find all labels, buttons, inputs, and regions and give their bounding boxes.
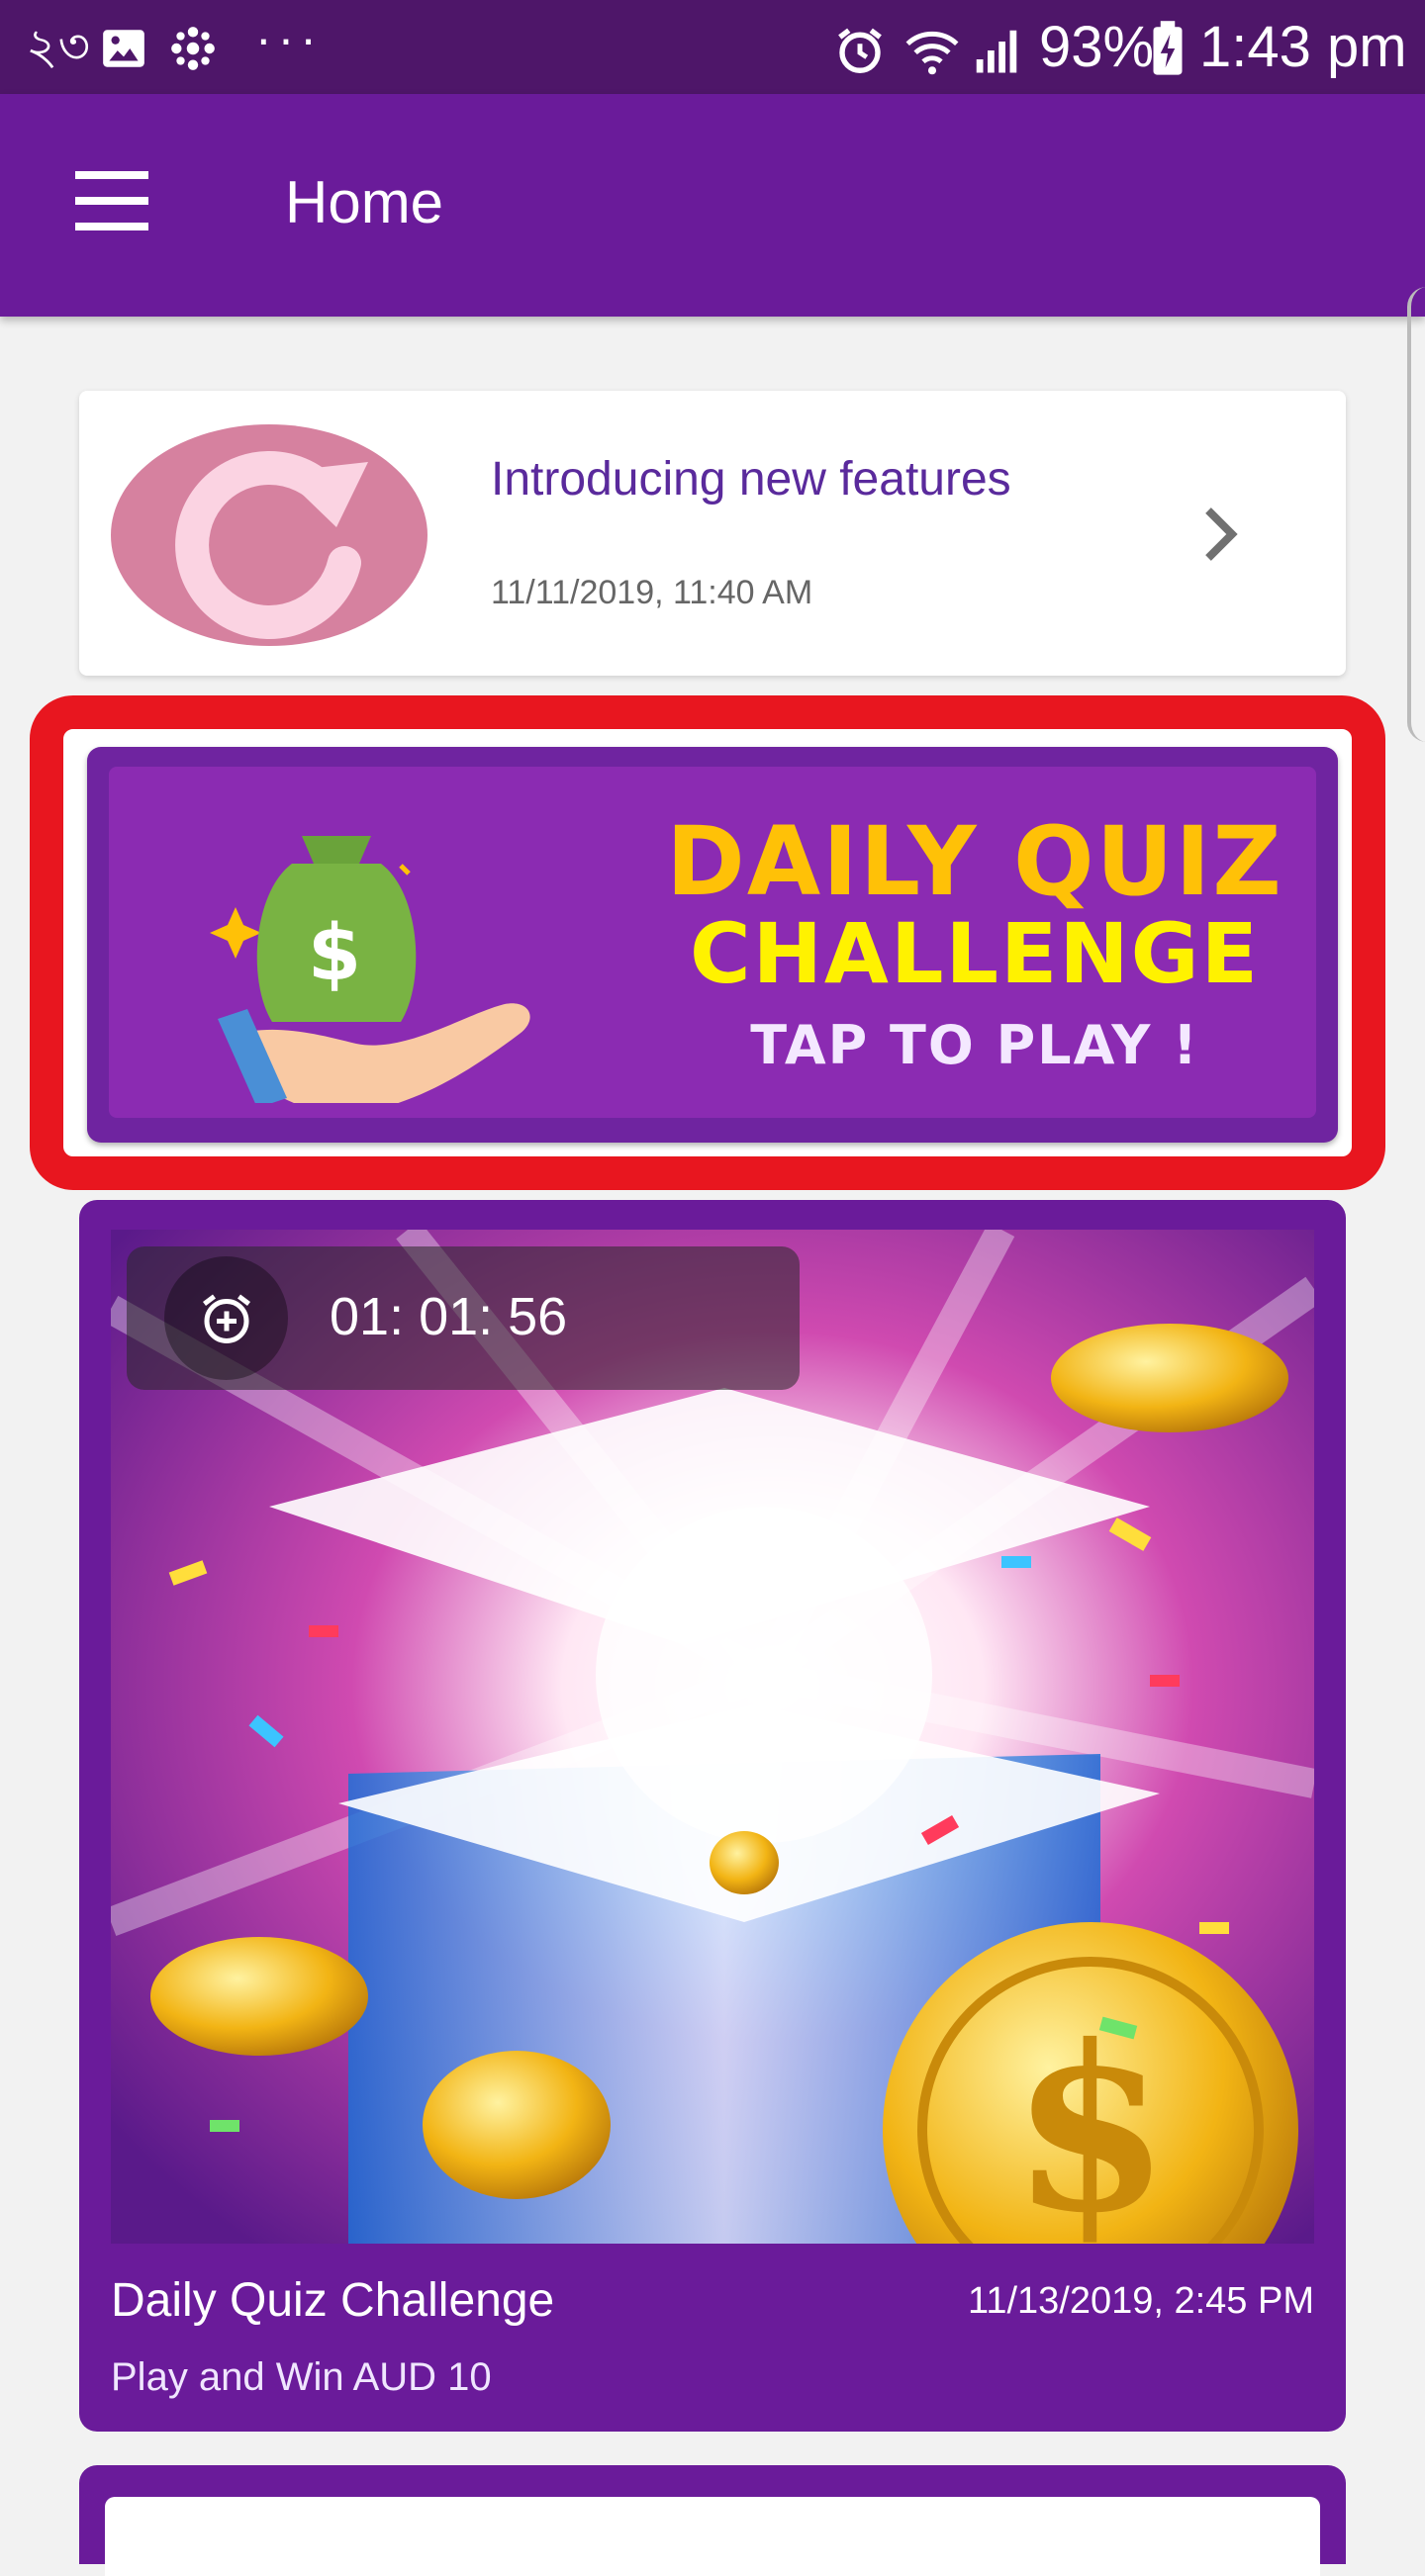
clock: 1:43 pm (1199, 15, 1407, 79)
alarm-icon (838, 28, 882, 73)
next-card[interactable] (79, 2465, 1346, 2576)
prize-card[interactable]: $ 01: 01: 56 Daily Quiz Challenge 11/13/… (79, 1200, 1346, 2432)
battery-percent: 93% (1039, 15, 1155, 79)
countdown-timer: 01: 01: 56 (127, 1246, 800, 1390)
wifi-icon (905, 32, 959, 75)
alarm-add-icon (203, 1294, 250, 1343)
timer-value: 01: 01: 56 (330, 1287, 568, 1346)
money-bag-icon: $ (210, 836, 530, 1103)
status-bar: ২৩ ··· 93% 1:43 pm (0, 0, 1425, 94)
page-title: Home (285, 169, 444, 235)
notification-title: Introducing new features (491, 453, 1011, 506)
notification-card[interactable]: Introducing new features 11/11/2019, 11:… (79, 391, 1346, 676)
status-left-text: ২৩ (26, 19, 91, 74)
scroll-indicator[interactable] (1407, 287, 1425, 742)
signal-icon (976, 30, 1017, 73)
image-icon (103, 30, 144, 67)
prize-date: 11/13/2019, 2:45 PM (968, 2280, 1314, 2322)
refresh-icon (111, 424, 428, 646)
chevron-right-icon[interactable] (1197, 505, 1247, 564)
prize-title: Daily Quiz Challenge (111, 2274, 555, 2327)
svg-text:$: $ (1011, 1996, 1170, 2244)
menu-icon[interactable] (59, 171, 158, 240)
battery-icon (1153, 21, 1183, 75)
more-notifications: ··· (255, 11, 323, 66)
app-bar: Home (0, 94, 1425, 317)
svg-text:$: $ (308, 909, 361, 998)
banner-title-line2: CHALLENGE (689, 905, 1261, 1002)
prize-subtitle: Play and Win AUD 10 (111, 2355, 492, 2399)
banner-cta: TAP TO PLAY ! (750, 1014, 1199, 1076)
next-card-content (105, 2497, 1320, 2576)
banner-title-line1: DAILY QUIZ (666, 806, 1283, 917)
banner-panel: $ DAILY QUIZ CHALLENGE TAP TO PLAY ! (109, 767, 1316, 1118)
daily-quiz-banner[interactable]: $ DAILY QUIZ CHALLENGE TAP TO PLAY ! (87, 747, 1338, 1143)
timer-icon-background (164, 1256, 288, 1380)
snowflake-icon (171, 27, 215, 70)
notification-date: 11/11/2019, 11:40 AM (491, 574, 813, 611)
